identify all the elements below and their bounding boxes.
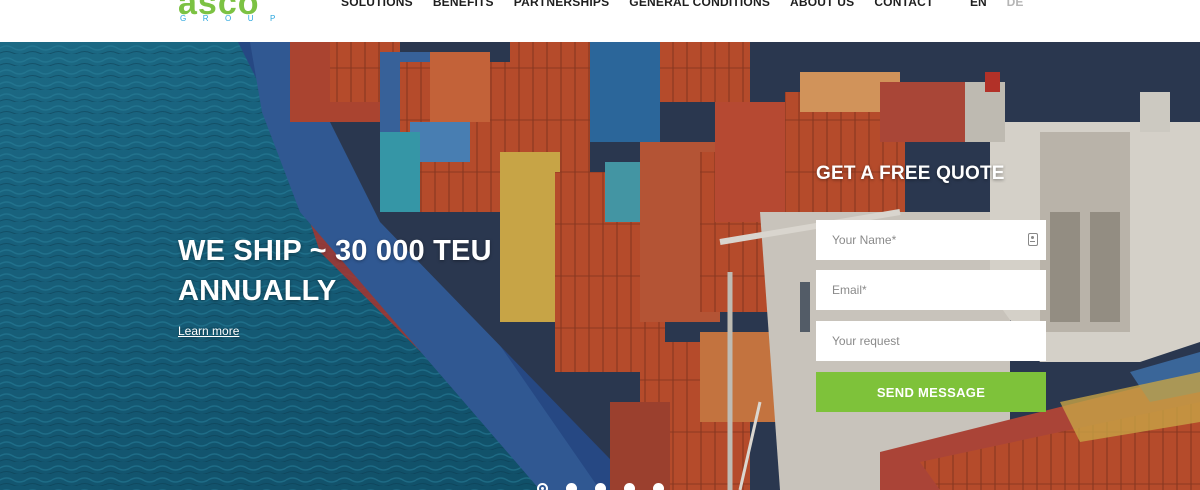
name-input[interactable]: [816, 220, 1046, 260]
email-input[interactable]: [816, 270, 1046, 310]
nav-item-solutions[interactable]: SOLUTIONS: [341, 0, 413, 8]
slide-dot-4[interactable]: [624, 483, 635, 490]
quote-form-title: GET A FREE QUOTE: [816, 163, 1005, 184]
nav-item-general-conditions[interactable]: GENERAL CONDITIONS: [629, 0, 770, 8]
slide-dot-2[interactable]: [566, 483, 577, 490]
logo-subtitle: GROUP: [180, 14, 292, 23]
site-header: asco GROUP SOLUTIONS BENEFITS PARTNERSHI…: [0, 0, 1200, 42]
nav-item-contact[interactable]: CONTACT: [874, 0, 933, 8]
language-switcher: EN DE: [970, 0, 1023, 8]
lang-de-link[interactable]: DE: [1007, 0, 1024, 8]
slide-dot-3[interactable]: [595, 483, 606, 490]
send-message-button[interactable]: SEND MESSAGE: [816, 372, 1046, 412]
nav-item-about-us[interactable]: ABOUT US: [790, 0, 854, 8]
hero-headline-line-2: ANNUALLY: [178, 275, 337, 307]
lang-en-link[interactable]: EN: [970, 0, 987, 8]
contact-card-icon: [1028, 233, 1038, 246]
hero-headline: WE SHIP ~ 30 000 TEU ANNUALLY: [178, 231, 538, 311]
slider-pagination: [537, 483, 664, 490]
hero-headline-line-1: WE SHIP ~ 30 000 TEU: [178, 235, 492, 267]
request-input[interactable]: [816, 321, 1046, 361]
slide-dot-1[interactable]: [537, 483, 548, 490]
learn-more-link[interactable]: Learn more: [178, 324, 239, 338]
nav-item-partnerships[interactable]: PARTNERSHIPS: [514, 0, 610, 8]
nav-item-benefits[interactable]: BENEFITS: [433, 0, 494, 8]
asco-group-logo[interactable]: asco GROUP: [178, 0, 275, 42]
main-nav: SOLUTIONS BENEFITS PARTNERSHIPS GENERAL …: [341, 0, 933, 8]
slide-dot-5[interactable]: [653, 483, 664, 490]
hero-slider: WE SHIP ~ 30 000 TEU ANNUALLY Learn more…: [0, 42, 1200, 490]
